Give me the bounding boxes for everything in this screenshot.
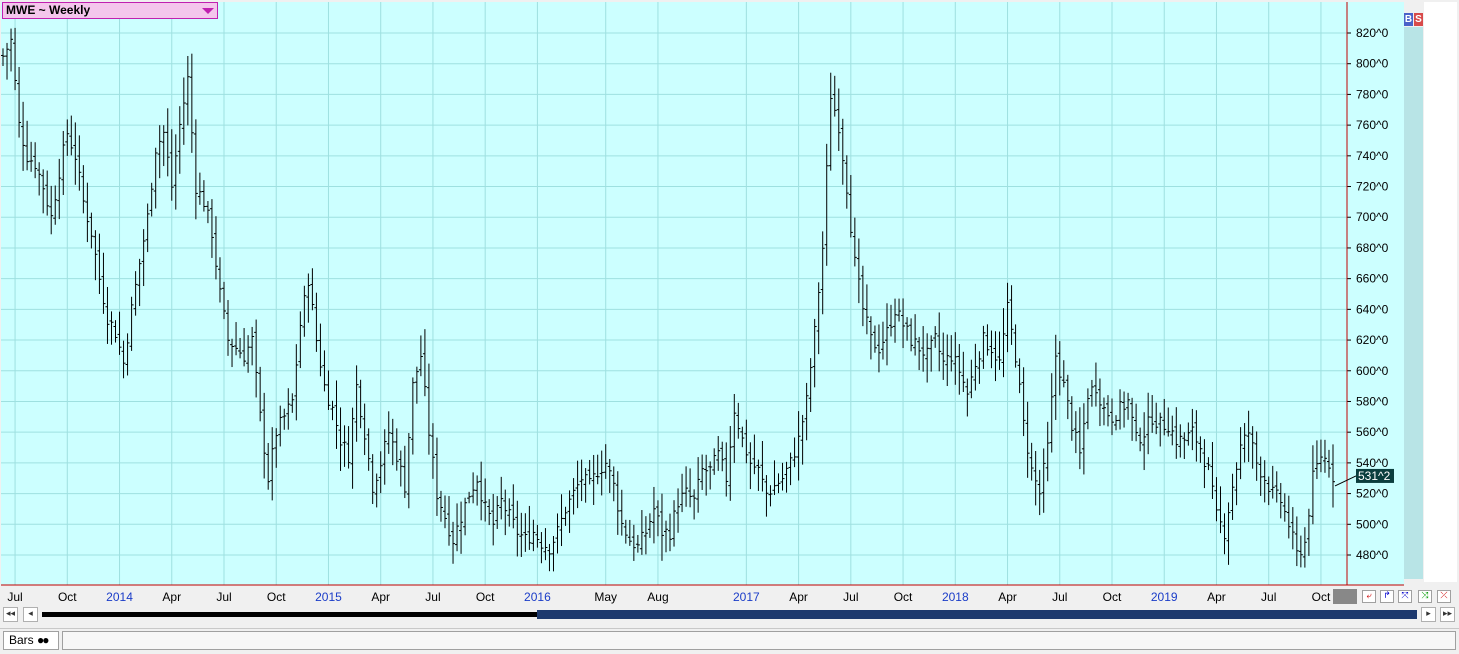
- x-tick-label: Jul: [216, 590, 231, 604]
- x-tick-label: Oct: [894, 590, 913, 604]
- bars-tab[interactable]: Bars ●●: [3, 631, 59, 650]
- scroll-end-icon[interactable]: ▸▸: [1440, 607, 1455, 622]
- scroll-left-icon[interactable]: ◂: [23, 607, 38, 622]
- x-tick-label: Oct: [1312, 590, 1331, 604]
- y-tick-label: 520^0: [1356, 487, 1389, 501]
- x-tick-label: 2017: [733, 590, 760, 604]
- x-tick-label: Oct: [267, 590, 286, 604]
- sell-button[interactable]: S: [1414, 13, 1423, 26]
- y-tick-label: 800^0: [1356, 57, 1389, 71]
- y-tick-label: 500^0: [1356, 517, 1389, 531]
- scroll-start-icon[interactable]: ◂◂: [3, 607, 18, 622]
- x-tick-label: May: [594, 590, 617, 604]
- zoom-in-icon[interactable]: ⤶: [1362, 590, 1376, 603]
- x-tick-label: Jul: [425, 590, 440, 604]
- scroll-end-marker: [1333, 589, 1357, 604]
- y-tick-label: 540^0: [1356, 456, 1389, 470]
- buy-button[interactable]: B: [1404, 13, 1413, 26]
- scroll-thumb[interactable]: [537, 610, 1417, 619]
- x-tick-label: Oct: [476, 590, 495, 604]
- y-tick-label: 660^0: [1356, 272, 1389, 286]
- x-tick-label: 2018: [942, 590, 969, 604]
- y-tick-label: 680^0: [1356, 241, 1389, 255]
- status-bar: Bars ●●: [0, 628, 1459, 654]
- bars-tab-label: Bars: [9, 633, 34, 647]
- y-tick-label: 640^0: [1356, 302, 1389, 316]
- status-field: [62, 631, 1456, 650]
- right-panel: [1424, 2, 1457, 582]
- sell-label: S: [1415, 14, 1422, 25]
- y-tick-label: 820^0: [1356, 26, 1389, 40]
- x-tick-label: Apr: [998, 590, 1017, 604]
- last-price-label: 531^2: [1358, 469, 1391, 483]
- x-tick-label: Apr: [371, 590, 390, 604]
- y-tick-label: 600^0: [1356, 364, 1389, 378]
- glasses-icon: ●●: [37, 633, 49, 647]
- x-tick-label: 2016: [524, 590, 551, 604]
- buy-label: B: [1404, 14, 1413, 25]
- y-tick-label: 620^0: [1356, 333, 1389, 347]
- x-tick-label: Oct: [58, 590, 77, 604]
- scroll-right-icon[interactable]: ▸: [1421, 607, 1436, 622]
- x-tick-label: Apr: [789, 590, 808, 604]
- x-tick-label: 2019: [1151, 590, 1178, 604]
- x-tick-label: 2015: [315, 590, 342, 604]
- y-tick-label: 700^0: [1356, 210, 1389, 224]
- symbol-selector[interactable]: MWE ~ Weekly: [2, 2, 218, 19]
- y-tick-label: 760^0: [1356, 118, 1389, 132]
- x-tick-label: Jul: [843, 590, 858, 604]
- side-panel-strip: [1404, 27, 1423, 579]
- x-tick-label: Jul: [7, 590, 22, 604]
- y-tick-label: 720^0: [1356, 180, 1389, 194]
- symbol-label: MWE ~ Weekly: [6, 3, 91, 17]
- x-tick-label: Aug: [647, 590, 668, 604]
- x-tick-label: Oct: [1103, 590, 1122, 604]
- plot-background: [1, 2, 1347, 585]
- y-tick-label: 740^0: [1356, 149, 1389, 163]
- x-tick-label: Apr: [162, 590, 181, 604]
- x-tick-label: Jul: [1052, 590, 1067, 604]
- y-tick-label: 480^0: [1356, 548, 1389, 562]
- y-tick-label: 560^0: [1356, 425, 1389, 439]
- dropdown-arrow-icon: [202, 8, 214, 14]
- y-tick-label: 580^0: [1356, 394, 1389, 408]
- x-tick-label: Apr: [1207, 590, 1226, 604]
- zoom-out-icon[interactable]: ↱: [1380, 590, 1394, 603]
- compress-icon[interactable]: ⤧: [1398, 590, 1412, 603]
- price-chart: Jul Oct 2014 Apr Jul Oct 2015 Apr Jul Oct 2016 May A…: [1, 2, 1404, 604]
- reset-icon[interactable]: ⤫: [1437, 590, 1451, 603]
- expand-icon[interactable]: ⤨: [1418, 590, 1432, 603]
- x-tick-label: Jul: [1261, 590, 1276, 604]
- x-tick-label: 2014: [106, 590, 133, 604]
- y-tick-label: 780^0: [1356, 87, 1389, 101]
- scroll-bar-row: ◂◂ ◂ ▸ ▸▸: [0, 606, 1459, 625]
